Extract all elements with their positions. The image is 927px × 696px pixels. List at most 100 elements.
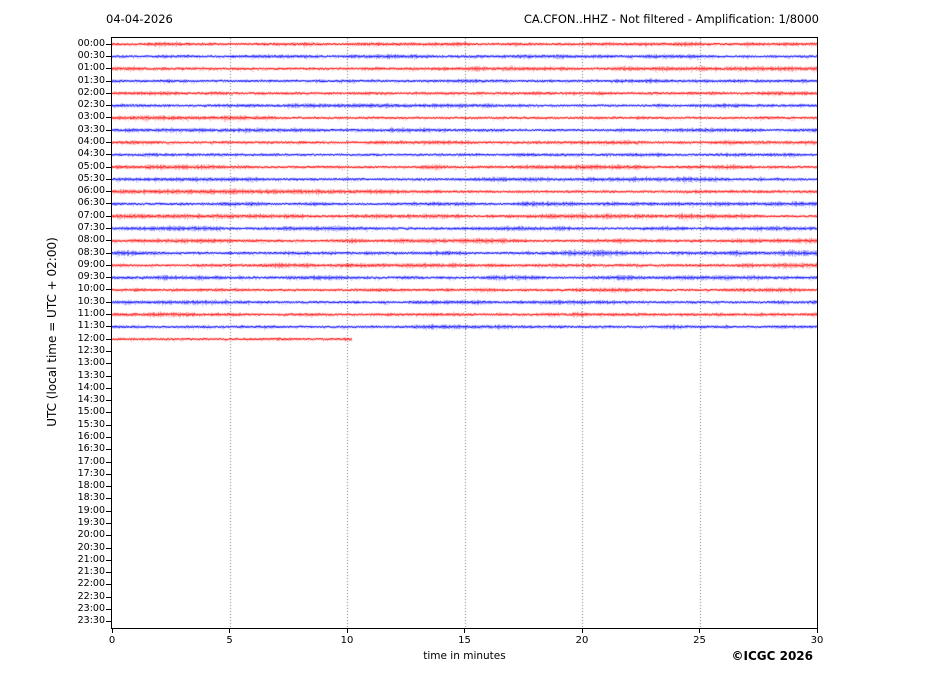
x-tick bbox=[464, 629, 465, 633]
y-tick-label: 22:00 bbox=[77, 578, 105, 590]
y-tick-label: 17:00 bbox=[77, 455, 105, 467]
y-tick bbox=[106, 117, 111, 119]
y-tick-label: 06:30 bbox=[77, 197, 105, 209]
y-tick bbox=[106, 166, 111, 168]
y-tick bbox=[106, 191, 111, 193]
y-tick bbox=[106, 387, 111, 389]
y-tick bbox=[106, 473, 111, 475]
y-tick-label: 19:30 bbox=[77, 517, 105, 529]
y-tick-label: 05:00 bbox=[77, 160, 105, 172]
y-tick-label: 05:30 bbox=[77, 172, 105, 184]
y-tick-label: 14:30 bbox=[77, 394, 105, 406]
y-tick bbox=[106, 80, 111, 82]
y-tick bbox=[106, 559, 111, 561]
y-tick bbox=[106, 375, 111, 377]
x-tick-label: 15 bbox=[458, 635, 471, 646]
y-tick bbox=[106, 264, 111, 266]
y-tick bbox=[106, 326, 111, 328]
x-axis-title: time in minutes bbox=[423, 650, 506, 662]
y-tick bbox=[106, 55, 111, 57]
y-tick bbox=[106, 449, 111, 451]
y-tick-label: 07:00 bbox=[77, 209, 105, 221]
y-tick bbox=[106, 584, 111, 586]
seismogram-traces-canvas bbox=[112, 38, 817, 628]
y-tick bbox=[106, 547, 111, 549]
y-tick bbox=[106, 141, 111, 143]
y-tick bbox=[106, 301, 111, 303]
y-tick bbox=[106, 277, 111, 279]
y-tick-label: 01:00 bbox=[77, 62, 105, 74]
y-tick-label: 02:30 bbox=[77, 99, 105, 111]
y-tick-label: 03:30 bbox=[77, 123, 105, 135]
x-tick-label: 0 bbox=[108, 635, 116, 646]
y-tick bbox=[106, 535, 111, 537]
y-tick-label: 17:30 bbox=[77, 467, 105, 479]
y-tick-label: 06:00 bbox=[77, 185, 105, 197]
y-tick bbox=[106, 461, 111, 463]
y-tick-label: 11:00 bbox=[77, 308, 105, 320]
y-tick-label: 23:30 bbox=[77, 615, 105, 627]
y-tick-label: 01:30 bbox=[77, 74, 105, 86]
y-tick bbox=[106, 240, 111, 242]
y-tick bbox=[106, 350, 111, 352]
y-tick-label: 20:00 bbox=[77, 529, 105, 541]
y-tick-label: 10:00 bbox=[77, 283, 105, 295]
y-tick bbox=[106, 215, 111, 217]
y-tick-label: 19:00 bbox=[77, 504, 105, 516]
y-tick bbox=[106, 424, 111, 426]
y-tick bbox=[106, 486, 111, 488]
y-tick-label: 00:30 bbox=[77, 49, 105, 61]
x-tick bbox=[581, 629, 583, 633]
y-tick bbox=[106, 510, 111, 512]
y-tick bbox=[106, 400, 111, 402]
y-tick bbox=[106, 498, 111, 500]
y-tick bbox=[106, 609, 111, 611]
y-tick bbox=[106, 105, 111, 107]
helicorder-page: 04-04-2026 CA.CFON..HHZ - Not filtered -… bbox=[0, 0, 927, 696]
y-tick bbox=[106, 338, 111, 340]
y-tick bbox=[106, 436, 111, 438]
date-label: 04-04-2026 bbox=[106, 12, 173, 26]
y-tick-label: 23:00 bbox=[77, 603, 105, 615]
x-tick-label: 30 bbox=[810, 635, 824, 646]
y-tick bbox=[106, 92, 111, 94]
x-tick bbox=[229, 629, 230, 633]
x-tick bbox=[699, 629, 700, 633]
x-tick bbox=[816, 629, 818, 633]
y-tick-label: 15:30 bbox=[77, 418, 105, 430]
copyright-label: ©ICGC 2026 bbox=[731, 649, 813, 663]
y-tick-label: 09:00 bbox=[77, 258, 105, 270]
y-tick bbox=[106, 178, 111, 180]
plot-title: CA.CFON..HHZ - Not filtered - Amplificat… bbox=[523, 12, 819, 26]
x-tick-label: 25 bbox=[693, 635, 706, 646]
y-tick-label: 04:30 bbox=[77, 148, 105, 160]
y-tick bbox=[106, 572, 111, 574]
y-tick-label: 18:30 bbox=[77, 492, 105, 504]
y-tick-label: 21:30 bbox=[77, 566, 105, 578]
x-tick-label: 20 bbox=[575, 635, 589, 646]
y-tick bbox=[106, 363, 111, 365]
y-tick bbox=[106, 523, 111, 525]
y-tick-label: 22:30 bbox=[77, 590, 105, 602]
y-tick-label: 02:00 bbox=[77, 86, 105, 98]
y-tick bbox=[106, 252, 111, 254]
y-tick-label: 14:00 bbox=[77, 381, 105, 393]
x-tick bbox=[346, 629, 348, 633]
y-tick bbox=[106, 289, 111, 291]
y-tick bbox=[106, 68, 111, 70]
x-tick bbox=[111, 629, 113, 633]
y-tick bbox=[106, 621, 111, 623]
y-tick bbox=[106, 596, 111, 598]
x-tick-label: 10 bbox=[340, 635, 354, 646]
x-tick-label: 5 bbox=[226, 635, 233, 646]
y-tick bbox=[106, 129, 111, 131]
y-tick-label: 13:00 bbox=[77, 357, 105, 369]
y-tick bbox=[106, 154, 111, 156]
y-tick-label: 03:00 bbox=[77, 111, 105, 123]
y-tick-label: 12:00 bbox=[77, 332, 105, 344]
y-tick bbox=[106, 203, 111, 205]
y-tick-label: 08:00 bbox=[77, 234, 105, 246]
y-tick bbox=[106, 228, 111, 230]
y-tick-label: 00:00 bbox=[77, 37, 105, 49]
y-tick-label: 15:00 bbox=[77, 406, 105, 418]
